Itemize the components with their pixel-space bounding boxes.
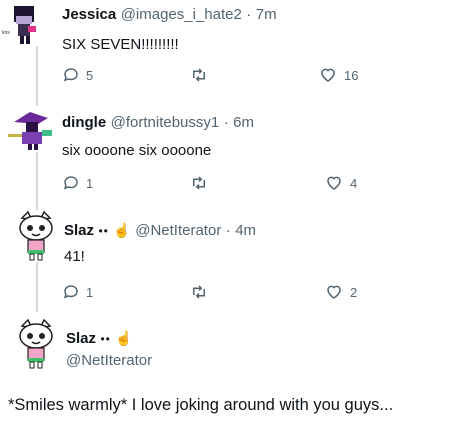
pointing-hand-icon: ☝: [115, 330, 133, 346]
retweet-icon: [193, 68, 205, 82]
author-handle[interactable]: @NetIterator: [135, 222, 221, 239]
reply-button[interactable]: 1: [62, 283, 93, 301]
retweet-button[interactable]: [189, 283, 215, 301]
author-handle[interactable]: @NetIterator: [66, 352, 152, 369]
avatar[interactable]: [14, 318, 58, 370]
separator: ·: [225, 222, 231, 239]
separator: ·: [223, 114, 229, 131]
thread-line: [36, 262, 38, 312]
tweet-text: six oooone six oooone: [62, 142, 212, 159]
reply-icon: [63, 285, 78, 299]
svg-text:kris: kris: [2, 30, 10, 36]
like-button[interactable]: 16: [318, 66, 358, 84]
reply-button[interactable]: 1: [62, 174, 93, 192]
thread-line: [36, 152, 38, 210]
timestamp[interactable]: 4m: [235, 222, 256, 239]
reply-button[interactable]: 5: [62, 66, 93, 84]
retweet-icon: [193, 285, 205, 299]
author-handle[interactable]: @images_i_hate2: [121, 6, 242, 23]
tweet-text: *Smiles warmly* I love joking around wit…: [8, 396, 394, 414]
heart-icon: [327, 176, 341, 190]
timestamp[interactable]: 6m: [233, 114, 254, 131]
avatar[interactable]: kris: [2, 2, 46, 46]
reply-count: 5: [86, 67, 94, 83]
heart-icon: [321, 68, 335, 82]
like-count: 16: [344, 67, 359, 83]
author-name[interactable]: Slaz: [64, 222, 94, 239]
timestamp[interactable]: 7m: [256, 6, 277, 23]
avatar[interactable]: [8, 108, 58, 152]
tweet-text: 41!: [64, 248, 85, 265]
separator: ·: [246, 6, 252, 23]
author-name[interactable]: Jessica: [62, 6, 116, 23]
author-handle[interactable]: @fortnitebussy1: [111, 114, 220, 131]
retweet-button[interactable]: [189, 174, 215, 192]
like-count: 2: [350, 284, 358, 300]
pointing-hand-icon: ☝: [113, 222, 131, 238]
tweet-text: SIX SEVEN!!!!!!!!!: [62, 36, 179, 53]
thread-line: [36, 46, 38, 106]
reply-count: 1: [86, 175, 94, 191]
retweet-button[interactable]: [189, 66, 215, 84]
like-button[interactable]: 4: [324, 174, 357, 192]
status-dots: ••: [98, 224, 109, 238]
avatar[interactable]: [14, 210, 58, 262]
reply-icon: [63, 176, 78, 190]
reply-count: 1: [86, 284, 94, 300]
author-name[interactable]: dingle: [62, 114, 106, 131]
heart-icon: [327, 285, 341, 299]
retweet-icon: [193, 176, 205, 190]
reply-icon: [63, 68, 78, 82]
author-name[interactable]: Slaz: [66, 330, 96, 347]
like-button[interactable]: 2: [324, 283, 357, 301]
like-count: 4: [350, 175, 358, 191]
status-dots: ••: [100, 332, 111, 346]
